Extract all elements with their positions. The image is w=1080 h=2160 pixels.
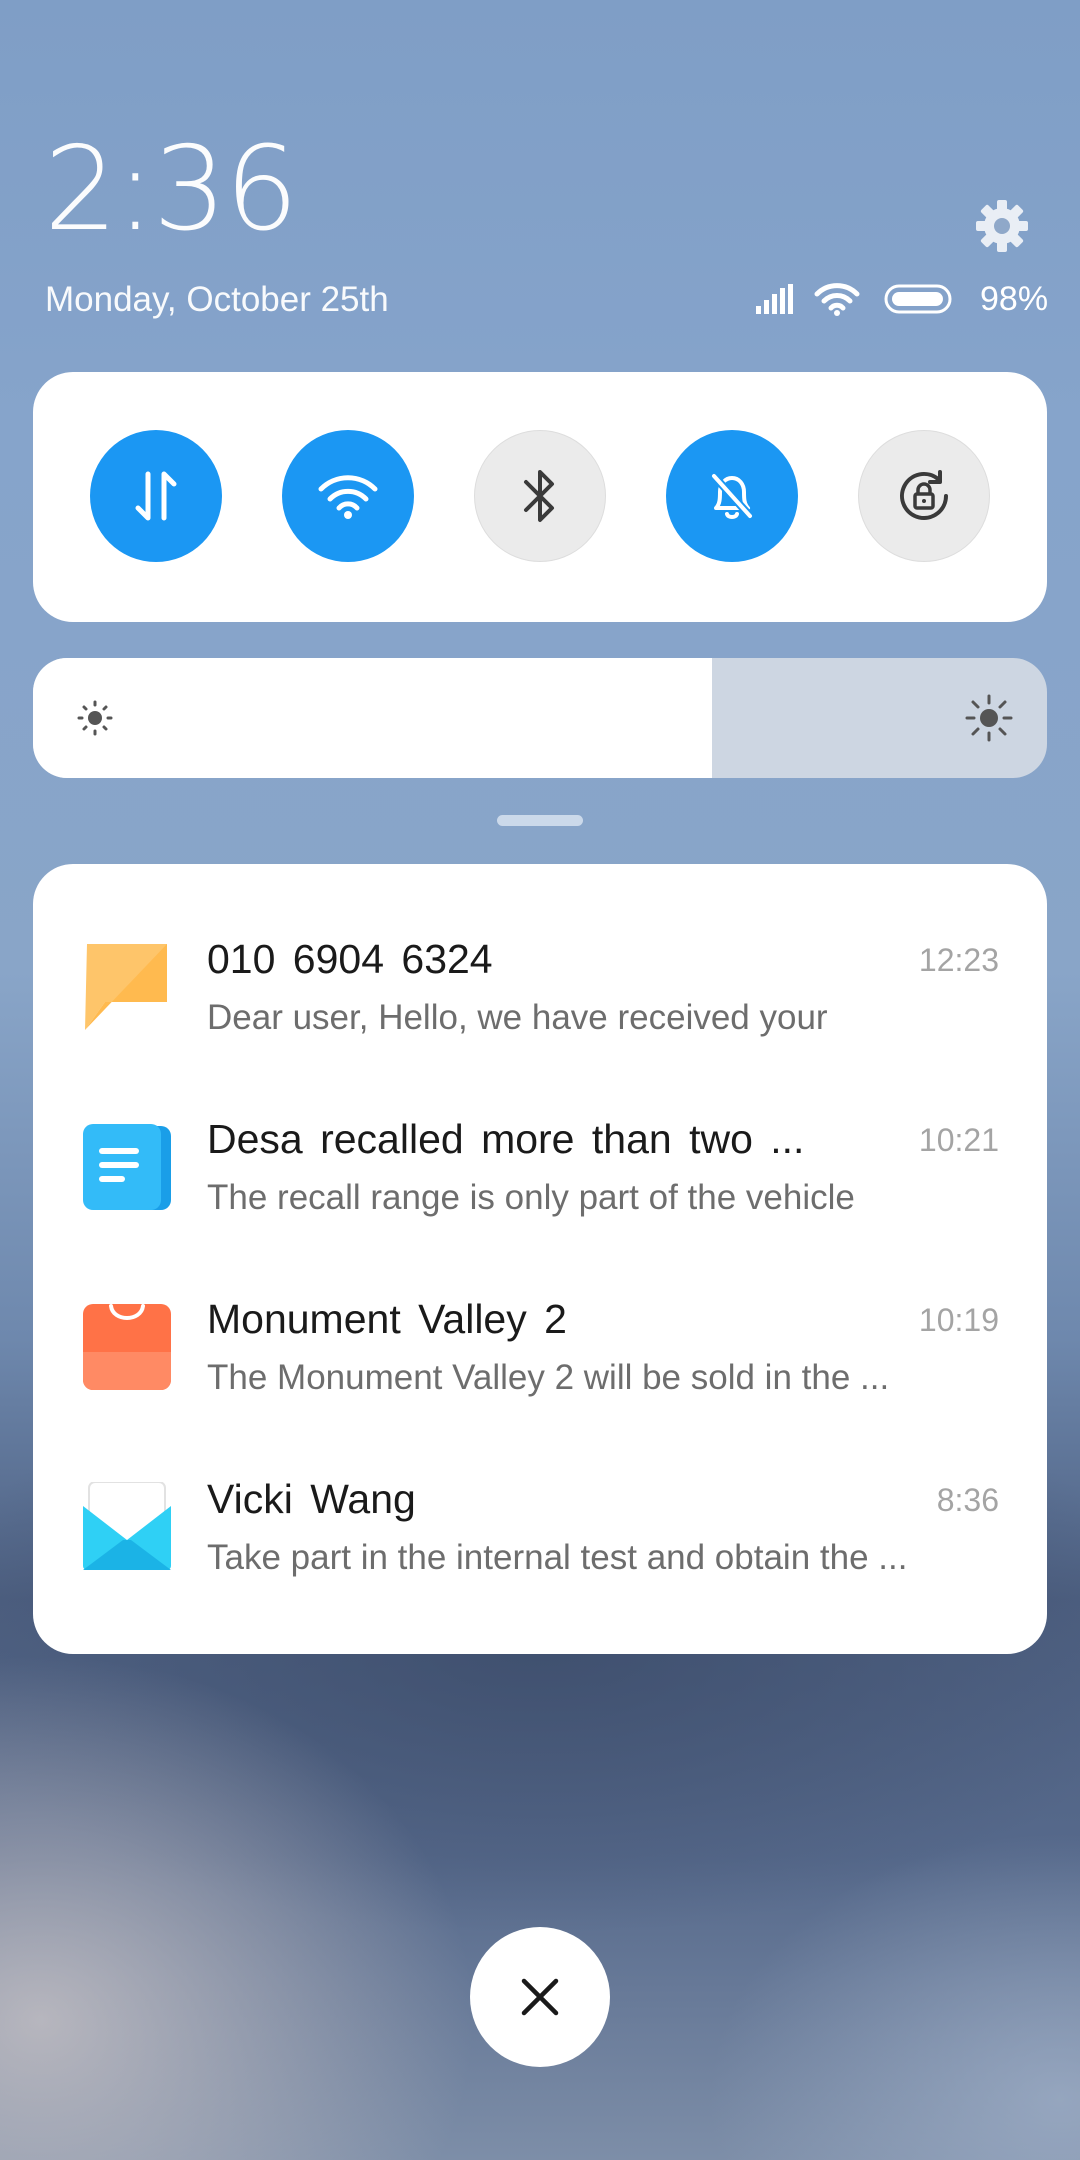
- bluetooth-icon: [524, 470, 554, 522]
- brightness-level-fill: [33, 658, 713, 778]
- notification-title: Vicki Wang: [207, 1476, 416, 1522]
- toggle-rotation-lock[interactable]: [858, 430, 990, 562]
- notification-title: 010 6904 6324: [207, 936, 493, 982]
- notification-body: Dear user, Hello, we have received your: [207, 998, 828, 1037]
- email-icon: [83, 1482, 171, 1570]
- bell-off-icon: [711, 473, 753, 519]
- data-transfer-arrows-icon: [135, 471, 177, 521]
- panel-drag-handle[interactable]: [497, 815, 583, 826]
- notification-title: Monument Valley 2: [207, 1296, 567, 1342]
- clear-notifications-button[interactable]: [470, 1927, 610, 2067]
- app-store-bag-icon: [83, 1304, 171, 1390]
- status-bar: 98%: [756, 280, 1048, 318]
- notifications-panel: 010 6904 6324 Dear user, Hello, we have …: [33, 864, 1047, 1654]
- message-icon: [85, 944, 167, 1030]
- toggle-wifi[interactable]: [282, 430, 414, 562]
- wifi-status-icon: [814, 283, 860, 316]
- notification-item[interactable]: Monument Valley 2 The Monument Valley 2 …: [33, 1224, 1047, 1397]
- notification-item[interactable]: Vicki Wang Take part in the internal tes…: [33, 1404, 1047, 1577]
- wifi-icon: [318, 475, 378, 519]
- notes-icon: [83, 1124, 171, 1210]
- notification-time: 10:19: [918, 1302, 999, 1338]
- brightness-slider[interactable]: [33, 658, 1047, 778]
- close-icon: [521, 1978, 559, 2016]
- quick-toggles-panel: [33, 372, 1047, 622]
- toggle-bluetooth[interactable]: [474, 430, 606, 562]
- date-label: Monday, October 25th: [45, 280, 389, 319]
- rotation-lock-icon: [900, 470, 948, 520]
- battery-icon: [884, 284, 952, 314]
- brightness-low-icon: [77, 700, 113, 736]
- cellular-signal-icon: [756, 284, 793, 314]
- battery-percentage: 98%: [980, 279, 1049, 318]
- settings-gear-icon[interactable]: [974, 198, 1030, 254]
- notification-body: The Monument Valley 2 will be sold in th…: [207, 1358, 890, 1397]
- notification-item[interactable]: Desa recalled more than two ... The reca…: [33, 1044, 1047, 1217]
- notification-time: 10:21: [918, 1122, 999, 1158]
- notification-time: 8:36: [936, 1482, 999, 1518]
- toggle-silent[interactable]: [666, 430, 798, 562]
- notification-title: Desa recalled more than two ...: [207, 1116, 805, 1162]
- notification-item[interactable]: 010 6904 6324 Dear user, Hello, we have …: [33, 864, 1047, 1037]
- notification-body: The recall range is only part of the veh…: [207, 1178, 855, 1217]
- clock-time: 2:36: [44, 122, 298, 257]
- brightness-high-icon: [965, 694, 1013, 742]
- notification-body: Take part in the internal test and obtai…: [207, 1538, 908, 1577]
- notification-time: 12:23: [918, 942, 999, 978]
- toggle-mobile-data[interactable]: [90, 430, 222, 562]
